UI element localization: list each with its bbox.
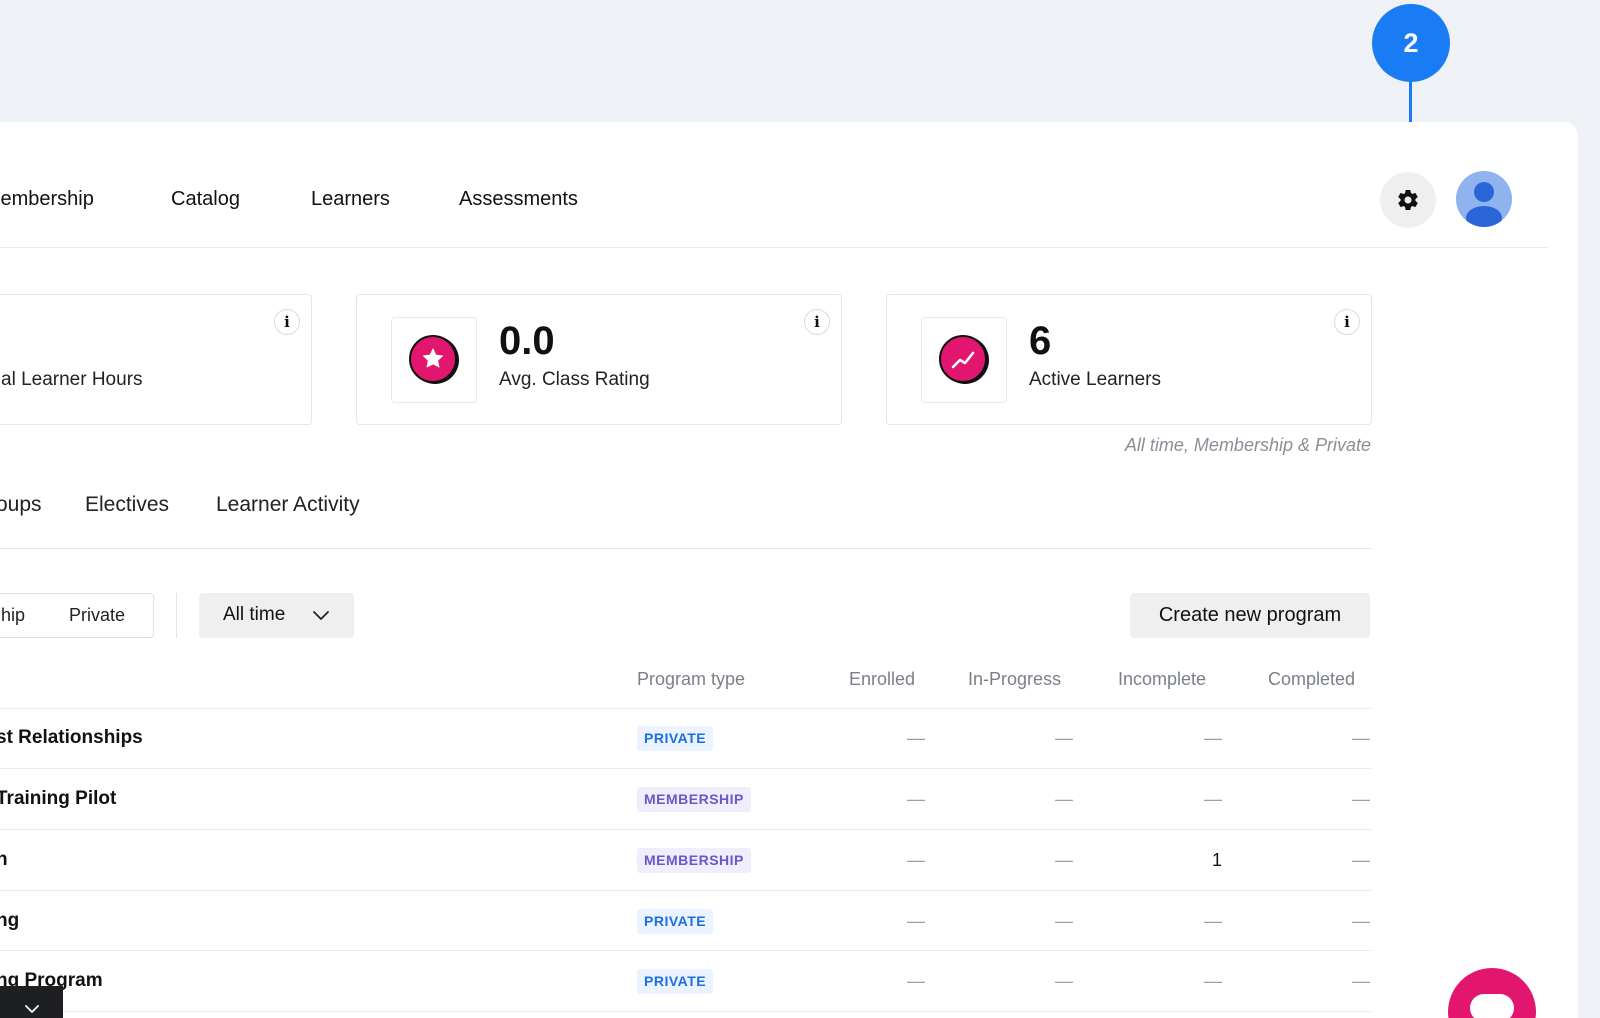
stat-value: 0.0 [499, 319, 555, 363]
stat-value: 6 [1029, 319, 1052, 363]
in-progress-cell: — [1055, 789, 1073, 809]
in-progress-cell: — [1055, 850, 1073, 870]
column-header-incomplete[interactable]: Incomplete [1118, 669, 1206, 690]
period-dropdown[interactable]: All time [199, 593, 354, 638]
tab-divider [0, 548, 1371, 549]
stat-icon-box [921, 317, 1007, 403]
chevron-down-icon [313, 611, 329, 620]
gear-icon [1398, 190, 1418, 211]
program-type-badge: MEMBERSHIP [637, 787, 751, 812]
user-icon [1466, 182, 1502, 227]
callout-number-badge: 2 [1372, 4, 1450, 82]
chat-bubble-icon [1470, 994, 1514, 1018]
info-icon[interactable]: i [1334, 309, 1360, 335]
row-divider [0, 950, 1371, 951]
period-dropdown-label: All time [223, 604, 286, 625]
nav-learners[interactable]: Learners [311, 188, 390, 211]
column-header-completed[interactable]: Completed [1268, 669, 1355, 690]
program-type-badge: PRIVATE [637, 726, 714, 751]
enrolled-cell: — [907, 911, 925, 931]
program-name[interactable]: Training Pilot [0, 788, 116, 810]
stat-label: al Learner Hours [1, 369, 143, 390]
create-new-program-button[interactable]: Create new program [1130, 593, 1370, 638]
enrolled-cell: — [907, 971, 925, 991]
trend-icon [939, 335, 989, 384]
stat-card-active-learners: 6 Active Learners i [886, 294, 1372, 425]
column-header-program-type[interactable]: Program type [637, 669, 745, 690]
program-name[interactable]: n [0, 849, 8, 871]
in-progress-cell: — [1055, 728, 1073, 748]
incomplete-cell: — [1204, 971, 1222, 991]
incomplete-cell: 1 [1211, 850, 1222, 870]
stat-icon-box [391, 317, 477, 403]
chevron-down-icon [24, 1005, 39, 1013]
main-panel [0, 122, 1578, 1018]
stats-caption: All time, Membership & Private [1124, 435, 1371, 455]
completed-cell: — [1352, 728, 1370, 748]
collapse-bar[interactable] [0, 986, 63, 1018]
program-type-badge: MEMBERSHIP [637, 848, 751, 873]
row-divider [0, 890, 1371, 891]
filter-separator [176, 593, 177, 638]
program-type-badge: PRIVATE [637, 969, 714, 994]
segment-private[interactable]: Private [69, 605, 125, 626]
column-header-in-progress[interactable]: In-Progress [968, 669, 1061, 690]
tab-groups[interactable]: oups [0, 493, 42, 517]
program-type-segmented-control: hip Private [0, 593, 154, 638]
program-type-badge: PRIVATE [637, 909, 714, 934]
incomplete-cell: — [1204, 911, 1222, 931]
stat-label: Avg. Class Rating [499, 369, 650, 390]
nav-assessments[interactable]: Assessments [459, 188, 578, 211]
stat-card-class-rating: 0.0 Avg. Class Rating i [356, 294, 842, 425]
row-divider [0, 768, 1371, 769]
segment-membership[interactable]: hip [1, 605, 25, 626]
completed-cell: — [1352, 911, 1370, 931]
nav-divider [0, 247, 1548, 248]
column-header-enrolled[interactable]: Enrolled [849, 669, 915, 690]
row-divider [0, 1011, 1371, 1012]
stat-label: Active Learners [1029, 369, 1162, 390]
enrolled-cell: — [907, 789, 925, 809]
enrolled-cell: — [907, 728, 925, 748]
user-avatar[interactable] [1456, 171, 1512, 227]
completed-cell: — [1352, 971, 1370, 991]
completed-cell: — [1352, 850, 1370, 870]
tab-electives[interactable]: Electives [85, 493, 169, 517]
program-name[interactable]: ng [0, 910, 19, 932]
stat-card-learner-hours: al Learner Hours i [0, 294, 312, 425]
in-progress-cell: — [1055, 911, 1073, 931]
nav-membership[interactable]: lembership [0, 188, 94, 211]
incomplete-cell: — [1204, 789, 1222, 809]
star-icon [409, 335, 459, 384]
enrolled-cell: — [907, 850, 925, 870]
row-divider [0, 829, 1371, 830]
nav-catalog[interactable]: Catalog [171, 188, 240, 211]
info-icon[interactable]: i [804, 309, 830, 335]
completed-cell: — [1352, 789, 1370, 809]
program-name[interactable]: st Relationships [0, 727, 143, 749]
in-progress-cell: — [1055, 971, 1073, 991]
info-icon[interactable]: i [274, 309, 300, 335]
settings-button[interactable] [1380, 172, 1436, 228]
table-header-divider [0, 708, 1371, 709]
incomplete-cell: — [1204, 728, 1222, 748]
tab-learner-activity[interactable]: Learner Activity [216, 493, 360, 517]
